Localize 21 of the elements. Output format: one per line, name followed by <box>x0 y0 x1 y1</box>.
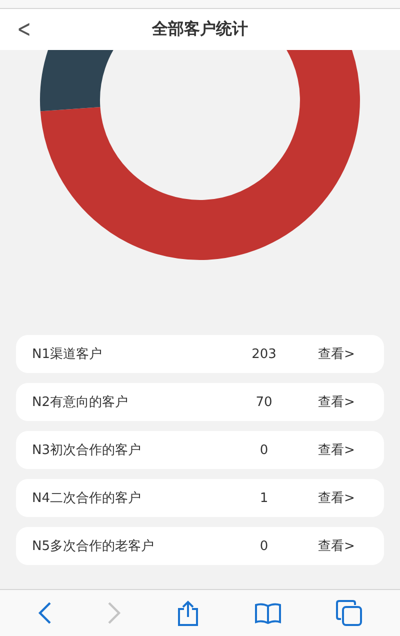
view-link[interactable]: 查看> <box>318 345 355 363</box>
customer-count: 203 <box>250 346 278 362</box>
view-link[interactable]: 查看> <box>318 393 355 411</box>
customer-count: 0 <box>258 442 270 458</box>
book-icon[interactable] <box>254 602 281 624</box>
customer-count: 70 <box>254 394 274 410</box>
customer-count: 0 <box>258 538 270 554</box>
category-label: N2有意向的客户 <box>31 394 129 411</box>
customer-count: 1 <box>258 490 270 506</box>
tabs-icon[interactable] <box>336 600 362 626</box>
back-button[interactable]: < <box>14 15 34 43</box>
category-label: N5多次合作的老客户 <box>31 538 155 555</box>
category-label: N4二次合作的客户 <box>31 490 142 507</box>
share-icon[interactable] <box>176 600 199 626</box>
category-label: N1渠道客户 <box>31 346 103 363</box>
page-title: 全部客户统计 <box>152 19 248 40</box>
view-link[interactable]: 查看> <box>318 441 355 459</box>
category-label: N3初次合作的客户 <box>31 442 142 459</box>
view-link[interactable]: 查看> <box>318 537 355 555</box>
back-icon[interactable] <box>38 601 52 625</box>
view-link[interactable]: 查看> <box>318 489 355 507</box>
